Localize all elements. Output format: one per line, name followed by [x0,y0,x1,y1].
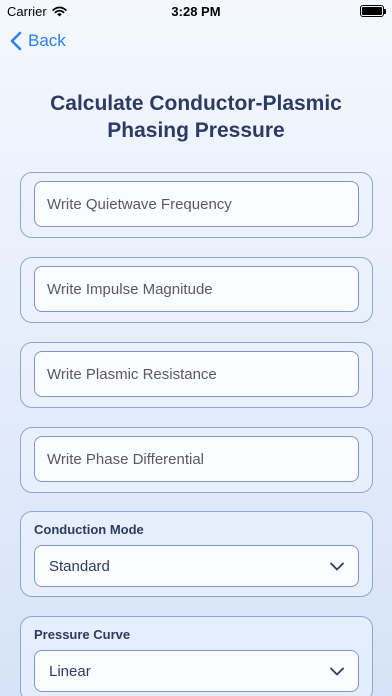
pressure-curve-value: Linear [49,662,91,680]
status-time: 3:28 PM [171,4,221,19]
status-bar: Carrier 3:28 PM [0,0,392,22]
phase-differential-input[interactable]: Write Phase Differential [34,436,359,482]
pressure-curve-select[interactable]: Linear [34,650,359,692]
select-card-pressure-curve: Pressure Curve Linear [20,616,373,696]
input-card-plasmic-resistance: Write Plasmic Resistance [20,342,373,408]
impulse-magnitude-input[interactable]: Write Impulse Magnitude [34,266,359,312]
conduction-mode-value: Standard [49,557,110,575]
pressure-curve-label: Pressure Curve [34,627,131,642]
conduction-mode-label: Conduction Mode [34,522,144,537]
chevron-left-icon [10,31,22,51]
page-title: Calculate Conductor-Plasmic Phasing Pres… [50,92,342,142]
input-card-phase-differential: Write Phase Differential [20,427,373,493]
select-card-conduction-mode: Conduction Mode Standard [20,511,373,597]
conduction-mode-select[interactable]: Standard [34,545,359,587]
battery-icon [360,5,386,17]
plasmic-resistance-input[interactable]: Write Plasmic Resistance [34,351,359,397]
chevron-down-icon [330,667,344,675]
back-button[interactable]: Back [10,29,66,53]
chevron-down-icon [330,562,344,570]
input-card-quietwave-frequency: Write Quietwave Frequency [20,172,373,238]
input-card-impulse-magnitude: Write Impulse Magnitude [20,257,373,323]
quietwave-frequency-input[interactable]: Write Quietwave Frequency [34,181,359,227]
back-label: Back [28,31,66,50]
